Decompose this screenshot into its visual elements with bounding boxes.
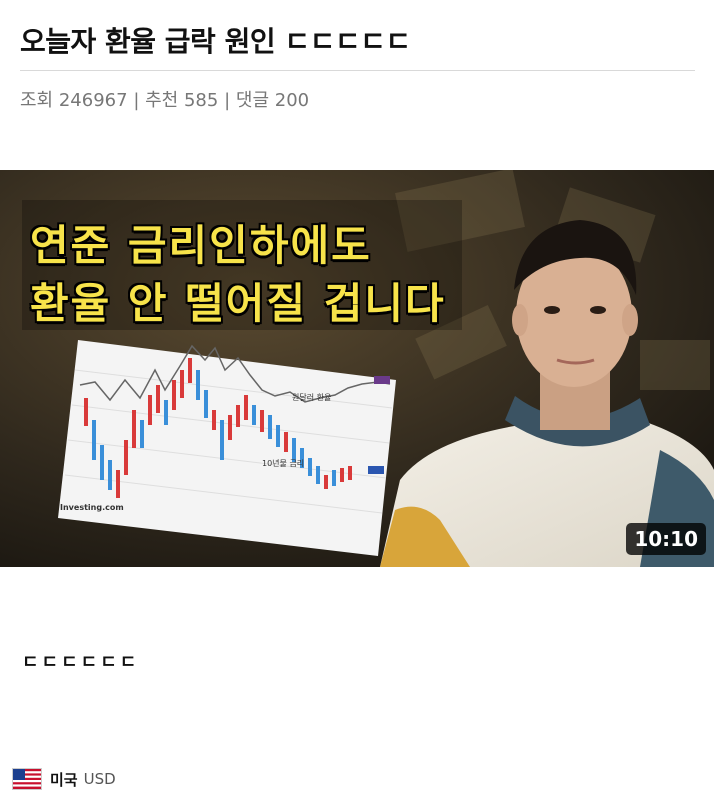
recommend-count: 585 <box>183 90 219 111</box>
chart-watermark: Investing.com <box>60 503 124 512</box>
post-meta: 조회 246967 | 추천 585 | 댓글 200 <box>20 86 309 112</box>
video-caption-line1: 연준 금리인하에도 <box>30 221 372 270</box>
currency-indicator[interactable]: 미국 USD <box>12 768 116 790</box>
meta-separator: | <box>133 90 140 111</box>
recommend-label: 추천 <box>145 90 179 111</box>
comments-count: 200 <box>274 90 310 111</box>
us-flag-icon <box>12 768 42 790</box>
currency-country: 미국 <box>50 770 78 789</box>
post-title: 오늘자 환율 급락 원인 ㄷㄷㄷㄷㄷ <box>20 25 411 58</box>
meta-separator: | <box>224 90 231 111</box>
chart-label-exchange-rate: 원달러 환율 <box>292 392 331 402</box>
chart-label-treasury: 10년물 금리 <box>262 458 304 468</box>
video-caption-line2: 환율 안 떨어질 겁니다 <box>30 279 446 328</box>
views-label: 조회 <box>20 90 54 111</box>
views-count: 246967 <box>58 90 128 111</box>
comments-label: 댓글 <box>235 90 270 111</box>
video-thumbnail[interactable]: 원달러 환율 10년물 금리 Investing.com 연준 금리인하에도 환… <box>0 170 714 567</box>
post-body-text: ㄷㄷㄷㄷㄷㄷ <box>22 652 140 673</box>
video-duration-badge: 10:10 <box>626 523 706 555</box>
currency-code: USD <box>83 770 116 788</box>
title-divider <box>20 70 695 71</box>
